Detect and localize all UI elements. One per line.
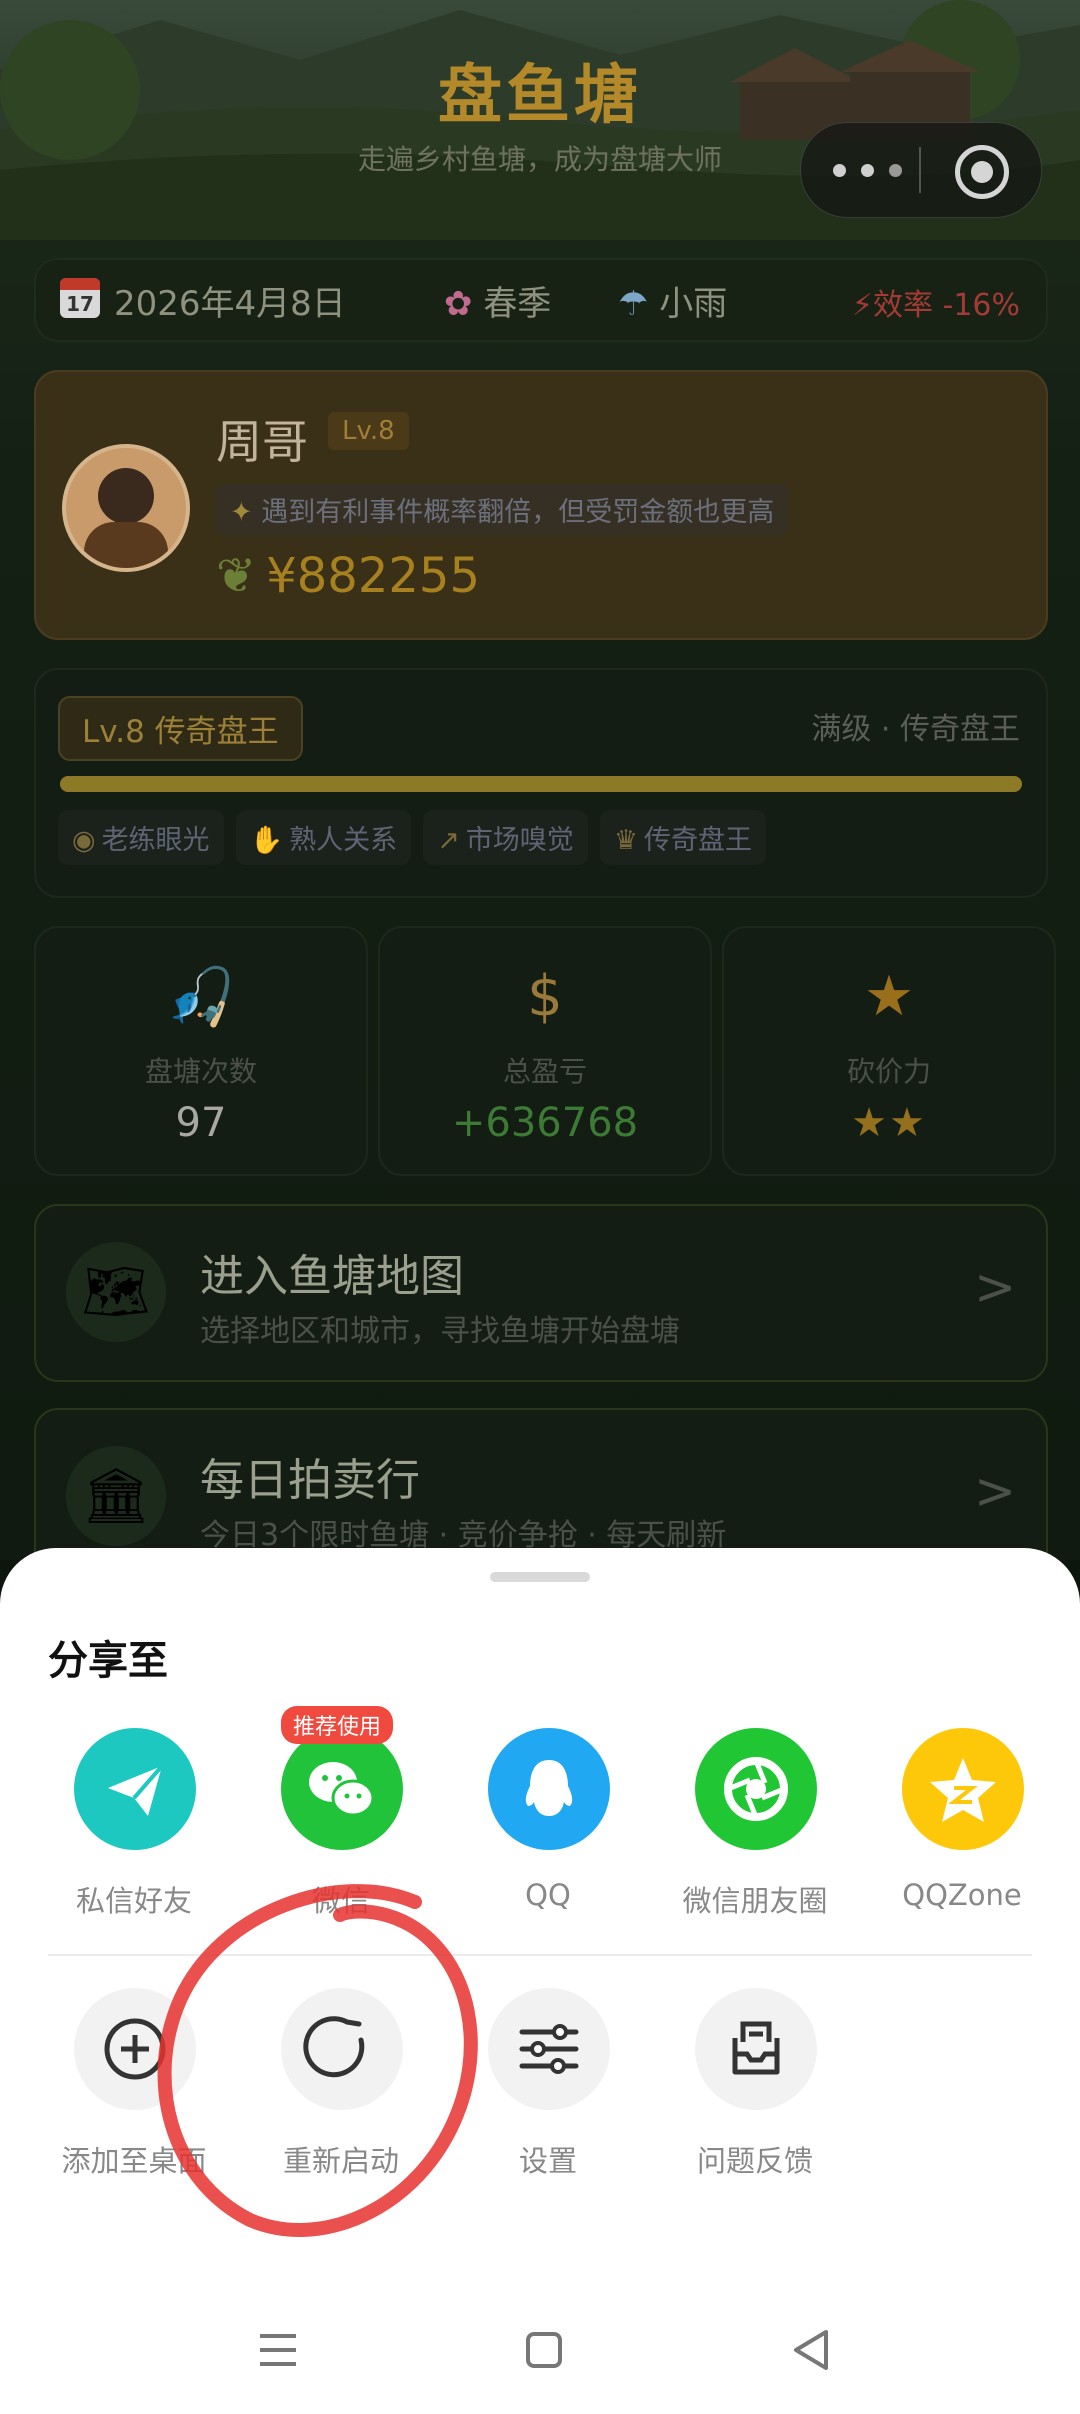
more-options-icon[interactable] [831, 153, 907, 187]
efficiency-modifier: ⚡效率 -16% [851, 288, 1020, 323]
add-circle-icon [74, 1988, 196, 2110]
level-progress-bar [60, 776, 1022, 792]
skill-tags: ◉ 老练眼光 ✋ 熟人关系 ↗ 市场嗅觉 ♛ 传奇盘王 [58, 810, 778, 865]
handshake-icon: ✋ [249, 825, 284, 856]
stat-label: 砍价力 [846, 1055, 931, 1088]
settings-button[interactable]: 设置 [458, 1988, 638, 2188]
sheet-divider [48, 1954, 1032, 1956]
level-status-text: 满级 · 传奇盘王 [811, 712, 1020, 747]
calendar-icon: 17 [60, 278, 100, 318]
stat-card-total-profit: $ 总盈亏 +636768 [378, 926, 712, 1176]
action-label: 添加至桌面 [61, 2144, 207, 2178]
capsule-divider [919, 147, 921, 193]
player-level-tag: Lv.8 [328, 412, 409, 450]
share-bottom-sheet: 分享至 私信好友 推荐使用 微信 QQ 微信朋友圈 QQZone 添加至桌面 重… [0, 1548, 1080, 2414]
fishing-icon: 🎣 [166, 965, 236, 1030]
sheet-drag-handle[interactable] [490, 1572, 590, 1582]
close-miniprogram-icon[interactable] [955, 145, 1009, 199]
restart-button[interactable]: 重新启动 [251, 1988, 431, 2188]
skill-tag: ◉ 老练眼光 [58, 810, 224, 865]
skill-tag: ↗ 市场嗅觉 [423, 810, 588, 865]
chevron-right-icon: > [974, 1258, 1016, 1316]
eye-icon: ◉ [72, 825, 96, 856]
wheat-icon: ❦ [216, 548, 257, 604]
share-label: 私信好友 [75, 1884, 192, 1918]
star-icon: ★ [863, 964, 915, 1029]
share-qq[interactable]: QQ [458, 1728, 638, 1928]
sparkle-icon: ✦ [230, 497, 262, 528]
recommended-badge: 推荐使用 [281, 1706, 394, 1744]
sliders-icon [488, 1988, 610, 2110]
qzone-star-icon [902, 1728, 1024, 1850]
stat-label: 总盈亏 [502, 1055, 587, 1088]
player-trait: ✦ 遇到有利事件概率翻倍，但受罚金额也更高 [216, 484, 789, 535]
feedback-icon [695, 1988, 817, 2110]
menu-daily-auction[interactable]: 🏛 每日拍卖行 今日3个限时鱼塘 · 竞价争抢 · 每天刷新 > [34, 1408, 1048, 1560]
player-money: ❦ ¥882255 [216, 548, 480, 604]
moments-shutter-icon [695, 1728, 817, 1850]
menu-icon[interactable] [248, 2320, 308, 2380]
blossom-icon: ✿ [444, 284, 473, 324]
avatar[interactable] [62, 444, 190, 572]
menu-title: 每日拍卖行 [200, 1455, 420, 1506]
action-label: 重新启动 [282, 2144, 399, 2178]
game-home-page: 盘鱼塘 走遍乡村鱼塘，成为盘塘大师 17 2026年4月8日 ✿ 春季 ☂ 小雨… [0, 0, 1080, 1560]
share-private-message[interactable]: 私信好友 [44, 1728, 224, 1928]
action-label: 问题反馈 [696, 2144, 813, 2178]
player-name: 周哥 [216, 415, 308, 469]
miniprogram-capsule [800, 122, 1042, 218]
restart-icon [281, 1988, 403, 2110]
level-progress-card: Lv.8 传奇盘王 满级 · 传奇盘王 ◉ 老练眼光 ✋ 熟人关系 ↗ 市场嗅觉 ♛ 传奇盘王 [34, 668, 1048, 898]
menu-subtitle: 选择地区和城市，寻找鱼塘开始盘塘 [200, 1314, 680, 1349]
chevron-right-icon: > [974, 1462, 1016, 1520]
share-label: 微信 [311, 1884, 370, 1918]
level-badge: Lv.8 传奇盘王 [58, 696, 303, 761]
skill-tag: ♛ 传奇盘王 [599, 810, 767, 865]
paper-plane-icon [74, 1728, 196, 1850]
date-weather-bar: 17 2026年4月8日 ✿ 春季 ☂ 小雨 ⚡效率 -16% [34, 258, 1048, 342]
share-wechat[interactable]: 推荐使用 微信 [251, 1706, 431, 1928]
bank-icon: 🏛 [66, 1446, 166, 1546]
current-date: 2026年4月8日 [114, 284, 346, 324]
sheet-title: 分享至 [48, 1638, 168, 1684]
map-icon: 🗺 [66, 1242, 166, 1342]
back-icon[interactable] [782, 2320, 842, 2380]
crown-icon: ♛ [613, 825, 639, 856]
stat-value: ★★ [851, 1100, 927, 1146]
add-to-desktop-button[interactable]: 添加至桌面 [44, 1988, 224, 2188]
action-label: 设置 [518, 2144, 577, 2178]
share-label: QQZone [902, 1878, 1022, 1912]
stat-value: +636768 [451, 1100, 639, 1146]
season-label: ✿ 春季 [444, 284, 552, 324]
share-label: 微信朋友圈 [682, 1884, 828, 1918]
share-moments[interactable]: 微信朋友圈 [665, 1728, 845, 1928]
rain-cloud-icon: ☂ [618, 284, 649, 324]
weather-label: ☂ 小雨 [618, 284, 728, 324]
wechat-icon [281, 1728, 403, 1850]
menu-title: 进入鱼塘地图 [200, 1251, 464, 1302]
trend-chart-icon: ↗ [437, 825, 460, 856]
feedback-button[interactable]: 问题反馈 [665, 1988, 845, 2188]
qq-penguin-icon [488, 1728, 610, 1850]
skill-tag: ✋ 熟人关系 [235, 810, 412, 865]
stat-value: 97 [175, 1100, 227, 1146]
player-profile-card: 周哥 Lv.8 ✦ 遇到有利事件概率翻倍，但受罚金额也更高 ❦ ¥882255 [34, 370, 1048, 640]
stat-card-bargain-power: ★ 砍价力 ★★ [722, 926, 1056, 1176]
share-qzone[interactable]: QQZone [872, 1728, 1052, 1928]
money-bag-icon: $ [527, 964, 563, 1029]
home-icon[interactable] [514, 2320, 574, 2380]
share-label: QQ [525, 1878, 571, 1912]
stat-card-fishing-count: 🎣 盘塘次数 97 [34, 926, 368, 1176]
system-navigation-bar [0, 2290, 1080, 2414]
menu-pond-map[interactable]: 🗺 进入鱼塘地图 选择地区和城市，寻找鱼塘开始盘塘 > [34, 1204, 1048, 1382]
stat-label: 盘塘次数 [144, 1055, 257, 1088]
